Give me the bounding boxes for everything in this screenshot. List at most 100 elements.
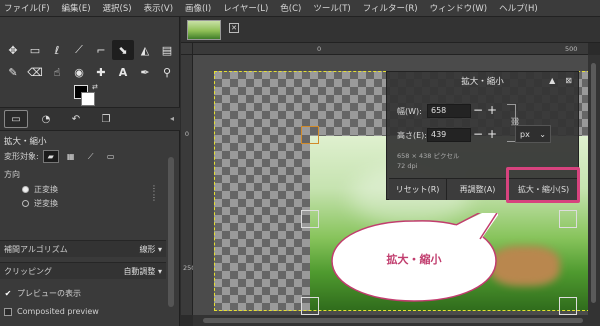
vertical-scrollbar-thumb[interactable] [591, 63, 596, 303]
menu-edit[interactable]: 編集(E) [62, 2, 91, 14]
interpolation-row[interactable]: 補間アルゴリズム 線形 ▾ [0, 240, 166, 257]
checkbox-empty [4, 307, 12, 316]
width-increment-button[interactable]: + [485, 104, 499, 118]
menu-tools[interactable]: ツール(T) [313, 2, 350, 14]
left-dock: ✥ ▭ ℓ ⟋ ⌐ ⬊ ◭ ▤ ✎ ⌫ ☝ ◉ ✚ A ✒ ⚲ ⇄ ▭ ◔ ↶ … [0, 17, 180, 326]
vertical-ruler[interactable]: 0 250 [181, 55, 196, 315]
height-label: 高さ(E): [397, 130, 427, 140]
picker-icon[interactable]: ✒ [134, 62, 156, 82]
menu-color[interactable]: 色(C) [280, 2, 301, 14]
menu-windows[interactable]: ウィンドウ(W) [430, 2, 488, 14]
direction-toggle-icon[interactable]: ⋮ ⋮ [150, 184, 158, 202]
composited-preview-checkbox[interactable]: Composited preview [4, 307, 99, 316]
undo-history-tab-icon[interactable]: ↶ [64, 110, 88, 128]
v-ruler-label-250: 250 [183, 264, 196, 272]
interpolation-value: 線形 ▾ [139, 244, 162, 254]
toolbox-row-2: ✎ ⌫ ☝ ◉ ✚ A ✒ ⚲ [2, 61, 178, 83]
move-icon[interactable]: ✥ [2, 40, 24, 60]
gradient-icon[interactable]: ▤ [156, 40, 178, 60]
tool-options-scrollbar[interactable] [168, 157, 174, 307]
scale-tool-icon[interactable]: ⬊ [112, 40, 134, 60]
tool-options-title: 拡大・縮小 [4, 137, 47, 147]
callout-text: 拡大・縮小 [386, 253, 442, 266]
brush-icon[interactable]: ✎ [2, 62, 24, 82]
scale-handle-top-left[interactable] [301, 126, 319, 144]
height-increment-button[interactable]: + [485, 128, 499, 142]
radio-dot [22, 200, 29, 207]
dock-menu-icon[interactable]: ◂ [170, 114, 174, 123]
menu-layer[interactable]: レイヤー(L) [223, 2, 268, 14]
rect-select-icon[interactable]: ▭ [24, 40, 46, 60]
clipping-value: 自動調整 ▾ [123, 266, 162, 276]
scale-handle-mid-left[interactable] [301, 210, 319, 228]
transform-target-row: 変形対象: ▰ ▦ ⟋ ▭ [4, 150, 123, 163]
eraser-icon[interactable]: ⌫ [24, 62, 46, 82]
scale-handle-bottom-right[interactable] [559, 297, 577, 315]
scale-handle-mid-right[interactable] [559, 210, 577, 228]
width-input[interactable]: 658 [427, 104, 471, 118]
width-row: 幅(W): 658 − + [397, 104, 499, 118]
ruler-corner[interactable] [181, 43, 193, 55]
horizontal-ruler[interactable]: 0 500 [193, 43, 588, 55]
height-input[interactable]: 439 [427, 128, 471, 142]
transform-layer-icon[interactable]: ▰ [42, 150, 59, 163]
chevron-down-icon: ⌄ [539, 129, 546, 139]
width-decrement-button[interactable]: − [471, 104, 485, 118]
crop-icon[interactable]: ⌐ [90, 40, 112, 60]
dialog-icons: ▲ ⊠ [549, 76, 572, 85]
dialog-collapse-icon[interactable]: ▲ [549, 76, 555, 85]
menu-help[interactable]: ヘルプ(H) [499, 2, 538, 14]
heal-icon[interactable]: ✚ [90, 62, 112, 82]
tool-options-tab-icon[interactable]: ▭ [4, 110, 28, 128]
v-ruler-label-0: 0 [184, 130, 190, 138]
images-tab-icon[interactable]: ❐ [94, 110, 118, 128]
menu-file[interactable]: ファイル(F) [4, 2, 50, 14]
scale-button-highlight [506, 167, 580, 203]
swap-colors-icon[interactable]: ⇄ [92, 83, 98, 91]
device-status-tab-icon[interactable]: ◔ [34, 110, 58, 128]
image-tab-thumbnail[interactable] [187, 20, 221, 40]
close-image-tab-icon[interactable]: ✕ [229, 23, 239, 33]
background-color[interactable] [81, 92, 95, 106]
menu-view[interactable]: 表示(V) [144, 2, 173, 14]
height-row: 高さ(E): 439 − + [397, 128, 499, 142]
zoom-icon[interactable]: ⚲ [156, 62, 178, 82]
vertical-scrollbar[interactable] [588, 55, 600, 315]
dock-tabs: ▭ ◔ ↶ ❐ ◂ [0, 107, 180, 131]
direction-normal-label: 正変換 [34, 185, 58, 194]
clone-icon[interactable]: ◉ [68, 62, 90, 82]
checkmark-icon: ✔ [4, 289, 12, 298]
size-info: 658 × 438 ピクセル [397, 152, 460, 160]
unit-value: px [520, 129, 530, 139]
lasso-icon[interactable]: ℓ [46, 40, 68, 60]
scale-handle-bottom-left[interactable] [301, 297, 319, 315]
clipping-label: クリッピング [4, 266, 52, 276]
preview-checkbox[interactable]: ✔ プレビューの表示 [4, 288, 81, 299]
bucket-icon[interactable]: ◭ [134, 40, 156, 60]
text-icon[interactable]: A [112, 62, 134, 82]
transform-target-label: 変形対象: [4, 152, 39, 161]
menu-filters[interactable]: フィルター(R) [363, 2, 418, 14]
transform-image-icon[interactable]: ▭ [103, 150, 119, 163]
dialog-close-icon[interactable]: ⊠ [565, 76, 572, 85]
transform-path-icon[interactable]: ⟋ [83, 150, 99, 163]
smudge-icon[interactable]: ☝ [46, 62, 68, 82]
toolbox: ✥ ▭ ℓ ⟋ ⌐ ⬊ ◭ ▤ ✎ ⌫ ☝ ◉ ✚ A ✒ ⚲ [2, 39, 178, 83]
fuzzy-select-icon[interactable]: ⟋ [68, 40, 90, 60]
menu-select[interactable]: 選択(S) [103, 2, 132, 14]
horizontal-scrollbar-thumb[interactable] [203, 318, 583, 323]
height-decrement-button[interactable]: − [471, 128, 485, 142]
clipping-row[interactable]: クリッピング 自動調整 ▾ [0, 262, 166, 279]
h-ruler-label-500: 500 [565, 45, 578, 53]
preview-label: プレビューの表示 [17, 289, 81, 298]
reset-button[interactable]: リセット(R) [389, 178, 447, 200]
readjust-button[interactable]: 再調整(A) [447, 178, 509, 200]
direction-reverse-radio[interactable]: 逆変換 [22, 198, 58, 209]
horizontal-scrollbar[interactable] [193, 315, 600, 326]
menu-image[interactable]: 画像(I) [185, 2, 211, 14]
transform-selection-icon[interactable]: ▦ [63, 150, 79, 163]
direction-normal-radio[interactable]: 正変換 [22, 184, 58, 195]
unit-select[interactable]: px ⌄ [515, 125, 551, 143]
interpolation-value-text: 線形 [139, 244, 156, 254]
radio-dot [22, 186, 29, 193]
